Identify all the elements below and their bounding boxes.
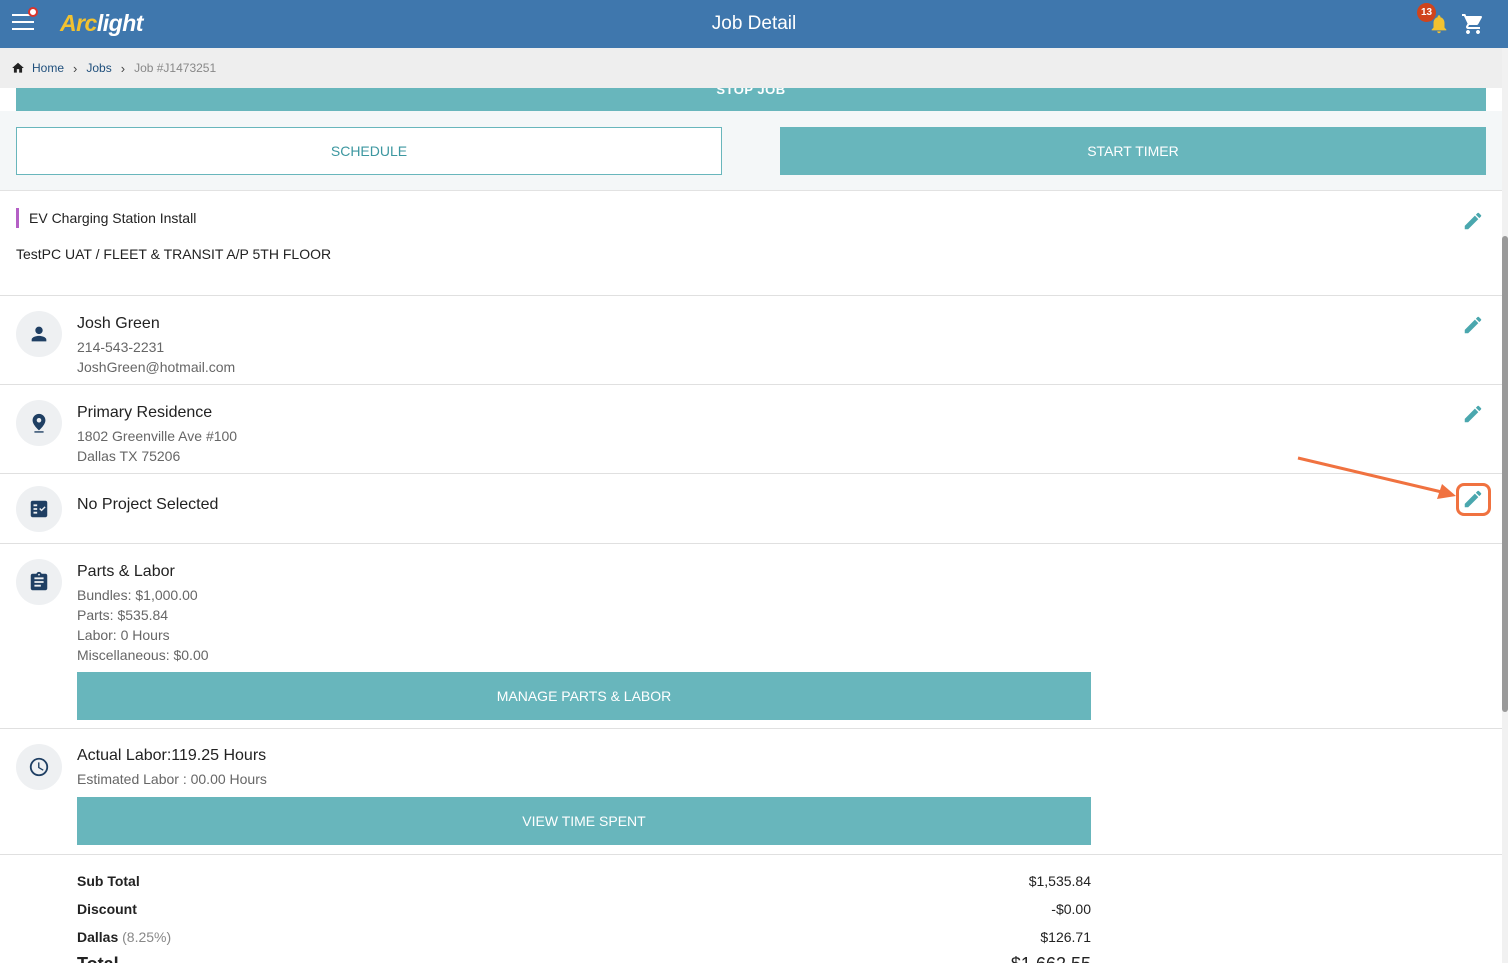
chevron-right-icon: › [73,60,78,76]
parts-labor-section: Parts & Labor Bundles: $1,000.00 Parts: … [0,544,1502,729]
stop-job-button[interactable]: STOP JOB [16,88,1486,111]
location-address-line1: 1802 Greenville Ave #100 [77,428,238,444]
edit-customer-pencil-icon[interactable] [1462,314,1484,336]
customer-email[interactable]: JoshGreen@hotmail.com [77,359,235,375]
time-section: Actual Labor:119.25 Hours Estimated Labo… [0,729,1502,855]
total-value: $1,662.55 [1011,954,1091,963]
subtotal-value: $1,535.84 [1028,873,1091,889]
customer-phone[interactable]: 214-543-2231 [77,339,164,355]
top-app-bar: Arclight Job Detail 13 [0,0,1508,48]
customer-name: Josh Green [77,315,160,332]
job-type-label: EV Charging Station Install [16,208,196,228]
location-section: Primary Residence 1802 Greenville Ave #1… [0,385,1502,474]
parts-labor-title: Parts & Labor [77,563,175,580]
location-name: Primary Residence [77,404,213,421]
edit-location-pencil-icon[interactable] [1462,403,1484,425]
clock-icon [16,744,62,790]
checklist-icon [16,486,62,532]
estimated-labor: Estimated Labor : 00.00 Hours [77,771,267,787]
misc-total: Miscellaneous: $0.00 [77,647,209,663]
actual-labor: Actual Labor:119.25 Hours [77,747,267,764]
customer-section: Josh Green 214-543-2231 JoshGreen@hotmai… [0,296,1502,385]
manage-parts-labor-button[interactable]: MANAGE PARTS & LABOR [77,672,1091,720]
tax-label: Dallas (8.25%) [77,929,171,945]
total-label: Total [77,954,119,963]
job-detail-content: STOP JOB SCHEDULE START TIMER EV Chargin… [0,88,1502,963]
parts-total: Parts: $535.84 [77,607,169,623]
tax-value: $126.71 [1040,929,1091,945]
home-icon[interactable] [11,61,25,75]
breadcrumb-jobs[interactable]: Jobs [86,61,111,75]
location-pin-icon [16,400,62,446]
chevron-right-icon: › [120,60,126,76]
location-address-line2: Dallas TX 75206 [77,448,181,464]
project-section: No Project Selected [0,474,1502,544]
bundles-total: Bundles: $1,000.00 [77,587,198,603]
annotation-arrow [1297,456,1456,499]
breadcrumb: Home › Jobs › Job #J1473251 [0,48,1508,88]
clipboard-icon [16,559,62,605]
breadcrumb-home[interactable]: Home [32,61,64,75]
subtotal-label: Sub Total [77,873,140,889]
labor-total: Labor: 0 Hours [77,627,170,643]
edit-job-pencil-icon[interactable] [1462,210,1484,232]
discount-label: Discount [77,901,137,917]
cart-icon[interactable] [1461,12,1485,36]
start-timer-button[interactable]: START TIMER [780,127,1486,175]
person-icon [16,311,62,357]
view-time-spent-button[interactable]: VIEW TIME SPENT [77,797,1091,845]
breadcrumb-current: Job #J1473251 [134,61,217,75]
scrollbar-thumb[interactable] [1502,236,1508,712]
notification-badge[interactable]: 13 [1417,3,1436,22]
annotation-highlight-box [1456,483,1491,516]
job-account-label: TestPC UAT / FLEET & TRANSIT A/P 5TH FLO… [16,246,332,262]
tax-rate: (8.25%) [122,929,172,945]
schedule-button[interactable]: SCHEDULE [16,127,722,175]
action-row: SCHEDULE START TIMER [0,111,1502,191]
project-label: No Project Selected [77,496,219,513]
page-title: Job Detail [711,13,797,34]
job-info-section: EV Charging Station Install TestPC UAT /… [0,192,1502,296]
discount-value: -$0.00 [1051,901,1091,917]
tax-name: Dallas [77,929,119,945]
